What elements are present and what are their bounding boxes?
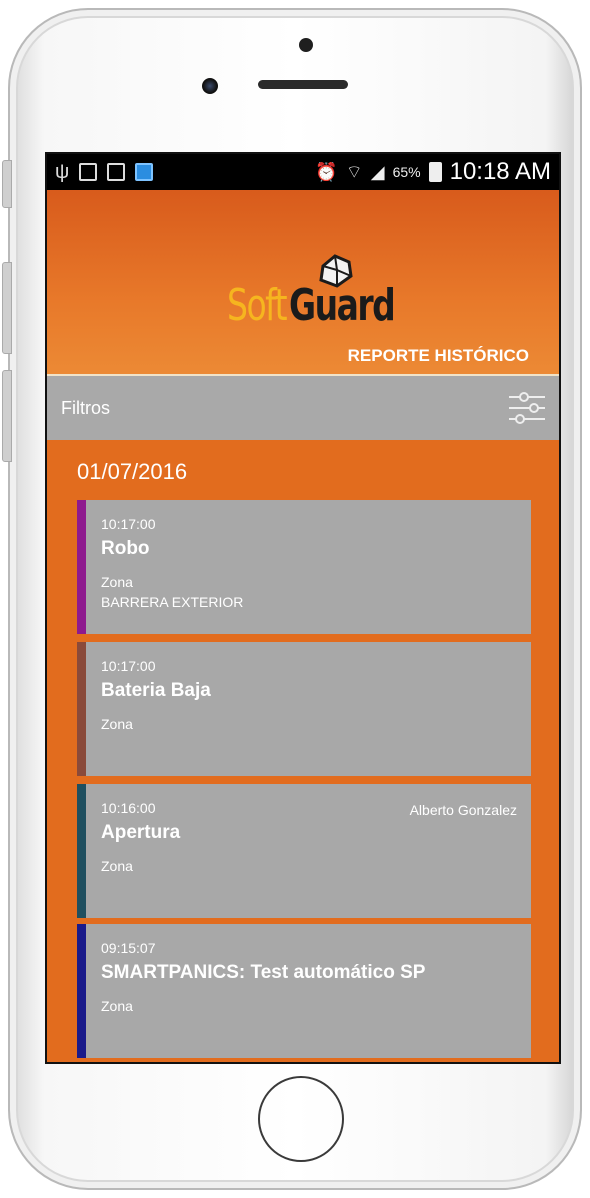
event-color-bar [77,784,86,918]
signal-icon: ◢ [370,161,385,182]
clipboard-icon [107,163,126,181]
proximity-sensor [299,38,313,52]
status-bar: ψ ⏰ ⌔ ◢ 65% 10:18 AM [47,154,559,190]
usb-icon: ψ [55,161,70,183]
gallery-icon [79,163,98,181]
page-title: REPORTE HISTÓRICO [347,346,529,365]
event-title: Bateria Baja [101,680,211,701]
event-card-bateria-baja[interactable]: 10:17:00 Bateria Baja Zona [77,642,531,776]
front-camera [202,78,218,94]
event-title: Apertura [101,822,181,843]
filters-bar[interactable]: Filtros [47,376,559,440]
earpiece-speaker [258,80,348,89]
event-user: Alberto Gonzalez [409,802,517,818]
event-color-bar [77,642,86,776]
zone-label: Zona [101,858,133,874]
filters-label: Filtros [61,397,110,418]
softguard-logo: Soft Guard [227,242,397,342]
event-color-bar [77,924,86,1058]
date-header: 01/07/2016 [77,459,188,484]
event-title: SMARTPANICS: Test automático SP [101,962,426,983]
app-header: Soft Guard REPORTE HISTÓRICO [47,190,559,376]
home-button[interactable] [258,1076,344,1162]
app-screen: ψ ⏰ ⌔ ◢ 65% 10:18 AM Soft Guard REPORTE … [45,152,561,1064]
zone-label: Zona [101,716,133,732]
event-card-apertura[interactable]: 10:16:00 Alberto Gonzalez Apertura Zona [77,784,531,918]
battery-icon [428,162,442,182]
app-icon [135,163,154,181]
logo-soft-text: Soft [227,280,288,331]
logo-guard-text: Guard [289,280,396,331]
zone-label: Zona [101,998,133,1014]
sliders-icon[interactable] [509,392,545,424]
alarm-icon: ⏰ [315,161,338,182]
zone-label: Zona [101,574,133,590]
zone-value: BARRERA EXTERIOR [101,594,244,610]
volume-down-button [2,370,12,462]
battery-percent: 65% [392,164,421,180]
volume-up-button [2,262,12,354]
event-card-smartpanics[interactable]: 09:15:07 SMARTPANICS: Test automático SP… [77,924,531,1058]
wifi-icon: ⌔ [345,161,363,182]
event-title: Robo [101,538,150,559]
event-color-bar [77,500,86,634]
event-time: 10:17:00 [101,658,156,674]
event-card-robo[interactable]: 10:17:00 Robo Zona BARRERA EXTERIOR [77,500,531,634]
event-time: 10:17:00 [101,516,156,532]
event-time: 09:15:07 [101,940,156,956]
clock: 10:18 AM [449,158,551,185]
mute-switch [2,160,12,208]
